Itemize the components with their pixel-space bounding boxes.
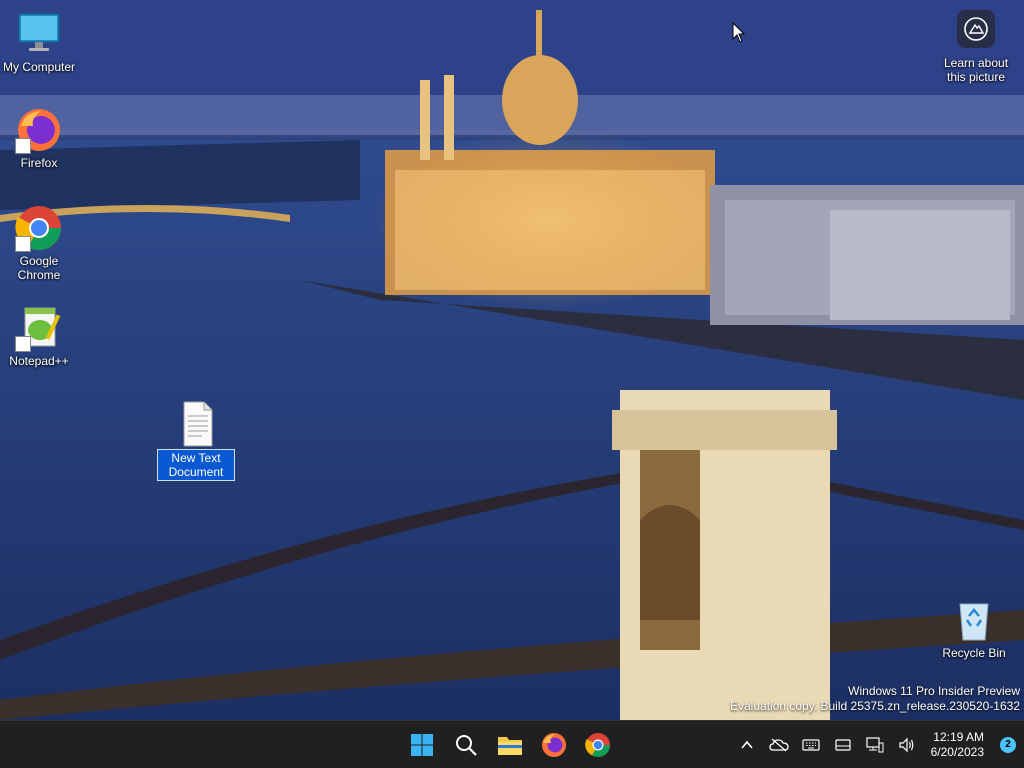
speaker-icon bbox=[899, 737, 913, 752]
windows-start-icon bbox=[411, 734, 433, 756]
my-computer-label: My Computer bbox=[2, 60, 76, 74]
touch-keyboard-icon bbox=[835, 738, 851, 751]
start-button[interactable] bbox=[402, 725, 442, 765]
show-hidden-icons-button[interactable] bbox=[731, 729, 763, 761]
my-computer-shortcut[interactable]: My Computer bbox=[1, 10, 77, 74]
search-icon bbox=[456, 735, 477, 756]
clock-date: 6/20/2023 bbox=[930, 744, 984, 759]
keyboard-button[interactable] bbox=[795, 729, 827, 761]
clock-button[interactable]: 12:19 AM 6/20/2023 bbox=[931, 730, 984, 760]
shortcut-arrow-icon bbox=[15, 336, 31, 352]
volume-button[interactable] bbox=[891, 729, 923, 761]
learn-about-picture-button[interactable]: Learn about this picture bbox=[936, 10, 1016, 84]
mouse-cursor-icon bbox=[732, 22, 746, 43]
new-text-document-label[interactable]: New Text Document bbox=[157, 449, 235, 481]
windows-watermark: Windows 11 Pro Insider Preview Evaluatio… bbox=[730, 684, 1020, 714]
learn-about-picture-label: Learn about this picture bbox=[943, 56, 1009, 84]
chevron-up-icon bbox=[740, 740, 753, 749]
keyboard-icon bbox=[802, 738, 820, 751]
desktop[interactable]: My Computer Firefox Google Chrome Notepa… bbox=[0, 0, 1024, 720]
notepad-plus-plus-shortcut[interactable]: Notepad++ bbox=[1, 304, 77, 368]
file-explorer-button[interactable] bbox=[490, 725, 530, 765]
search-button[interactable] bbox=[446, 725, 486, 765]
taskbar: 12:19 AM 6/20/2023 2 bbox=[0, 720, 1024, 768]
watermark-build: Evaluation copy. Build 25375.zn_release.… bbox=[730, 699, 1020, 713]
chrome-shortcut[interactable]: Google Chrome bbox=[1, 204, 77, 282]
recycle-bin-label: Recycle Bin bbox=[942, 646, 1006, 660]
touch-keyboard-button[interactable] bbox=[827, 729, 859, 761]
recycle-bin[interactable]: Recycle Bin bbox=[936, 596, 1012, 660]
network-icon bbox=[866, 736, 884, 752]
notepad-plus-plus-icon bbox=[15, 304, 63, 352]
system-tray: 12:19 AM 6/20/2023 2 bbox=[731, 721, 1016, 768]
notepad-plus-plus-label: Notepad++ bbox=[9, 354, 69, 368]
firefox-label: Firefox bbox=[20, 156, 58, 170]
firefox-icon bbox=[15, 106, 63, 154]
chrome-icon bbox=[585, 733, 610, 758]
camera-info-icon bbox=[957, 10, 995, 48]
chrome-icon bbox=[15, 204, 63, 252]
firefox-shortcut[interactable]: Firefox bbox=[1, 106, 77, 170]
taskbar-pinned-apps bbox=[402, 725, 618, 765]
monitor-icon bbox=[15, 10, 63, 58]
chrome-taskbar-button[interactable] bbox=[578, 725, 618, 765]
watermark-edition: Windows 11 Pro Insider Preview bbox=[848, 684, 1020, 698]
new-text-document-file[interactable]: New Text Document bbox=[157, 400, 235, 481]
firefox-icon bbox=[542, 733, 566, 757]
text-document-icon bbox=[172, 400, 220, 448]
chrome-label: Google Chrome bbox=[17, 254, 61, 282]
shortcut-arrow-icon bbox=[15, 236, 31, 252]
notification-center-badge[interactable]: 2 bbox=[1000, 736, 1016, 753]
firefox-taskbar-button[interactable] bbox=[534, 725, 574, 765]
file-explorer-icon bbox=[498, 737, 522, 755]
wallpaper bbox=[0, 0, 1024, 720]
cloud-offline-icon bbox=[768, 738, 789, 751]
network-button[interactable] bbox=[859, 729, 891, 761]
shortcut-arrow-icon bbox=[15, 138, 31, 154]
recycle-bin-icon bbox=[950, 596, 998, 644]
onedrive-button[interactable] bbox=[763, 729, 795, 761]
clock-time: 12:19 AM bbox=[933, 729, 984, 744]
